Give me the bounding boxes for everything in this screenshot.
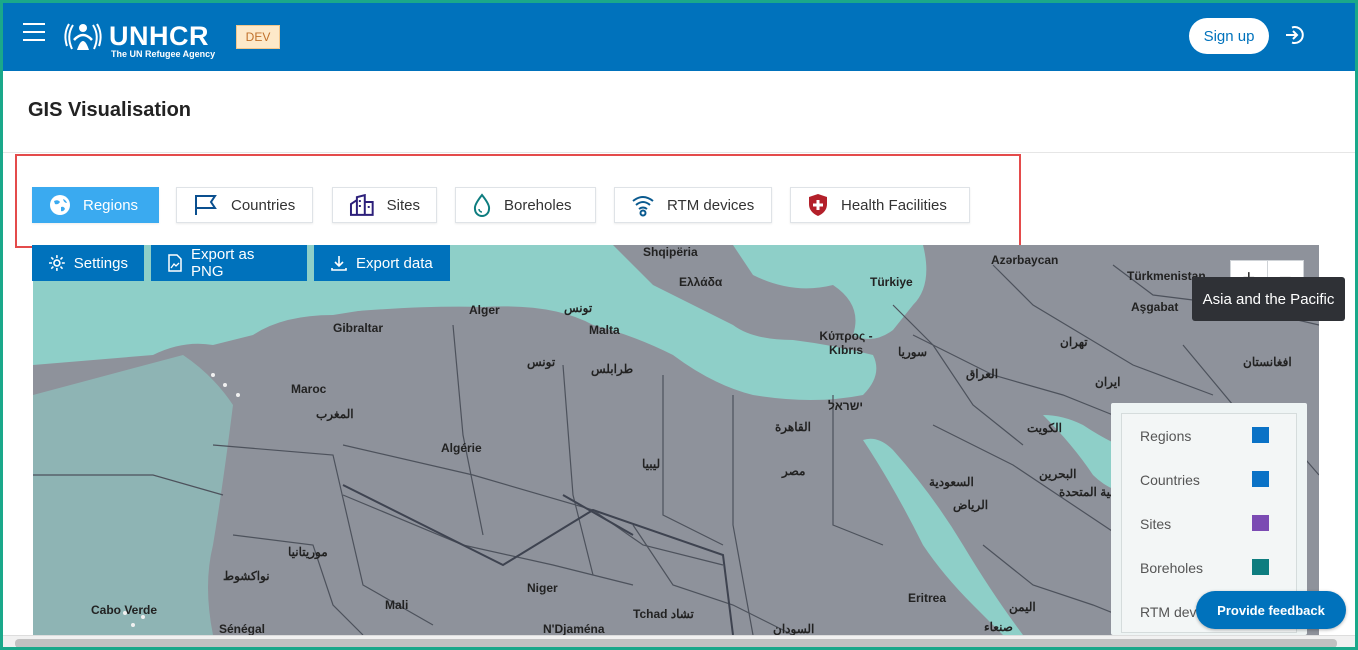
map-label: الكويت <box>1027 421 1062 435</box>
scrollbar-thumb[interactable] <box>15 639 1337 647</box>
export-png-label: Export as PNG <box>191 246 255 280</box>
app-window: UNHCR The UN Refugee Agency DEV Sign up … <box>0 0 1358 650</box>
map-label: العراق <box>966 367 999 381</box>
legend-label: Boreholes <box>1140 560 1204 576</box>
map-label: Mali <box>385 598 409 612</box>
legend-label: Sites <box>1140 516 1172 532</box>
globe-icon <box>50 195 70 215</box>
map-label: السودان <box>773 622 815 635</box>
map-label: المغرب <box>316 407 354 421</box>
logo-subtitle: The UN Refugee Agency <box>111 49 216 59</box>
map-label: Maroc <box>291 382 327 396</box>
legend-label: Countries <box>1140 472 1200 488</box>
layer-label: RTM devices <box>667 196 755 214</box>
gear-icon <box>48 255 65 271</box>
map-label: تونس <box>564 301 593 315</box>
map-label: موريتانيا <box>288 545 328 559</box>
legend-item: Countries <box>1122 458 1296 502</box>
page-header: GIS Visualisation <box>3 71 1355 153</box>
map-label: Niger <box>527 581 558 595</box>
map-label: Gibraltar <box>333 321 384 335</box>
layer-label: Sites <box>386 196 420 214</box>
map-label: نواكشوط <box>223 569 270 583</box>
legend-item: Boreholes <box>1122 546 1296 590</box>
layer-button-rtm-devices[interactable]: RTM devices <box>614 187 772 223</box>
map-label: Ελλάδα <box>679 275 723 289</box>
layer-label: Boreholes <box>504 196 572 214</box>
settings-button[interactable]: Settings <box>32 245 144 281</box>
legend-swatch <box>1252 559 1269 575</box>
layer-label: Countries <box>231 196 296 214</box>
drop-icon <box>473 193 491 217</box>
map-label: طرابلس <box>591 362 634 376</box>
map-label: ایران <box>1095 375 1121 389</box>
map-label: السعودية <box>929 475 974 489</box>
region-tooltip: Asia and the Pacific <box>1192 277 1345 321</box>
map-label: Türkiye <box>870 275 913 289</box>
health-shield-icon <box>809 194 827 216</box>
legend-swatch <box>1252 471 1269 487</box>
legend-swatch <box>1252 427 1269 443</box>
logo-text-block: UNHCR <box>109 20 209 51</box>
map-label: N'Djaména <box>543 622 605 635</box>
sign-up-button[interactable]: Sign up <box>1189 18 1269 54</box>
layer-button-countries[interactable]: Countries <box>176 187 313 223</box>
download-icon <box>331 256 347 271</box>
wifi-signal-icon <box>632 196 654 217</box>
map-label: ישראל <box>828 399 864 413</box>
map-label: ليبيا <box>642 457 661 471</box>
layer-button-sites[interactable]: Sites <box>332 187 437 223</box>
login-icon[interactable] <box>1283 23 1307 47</box>
layer-button-boreholes[interactable]: Boreholes <box>455 187 596 223</box>
layer-button-health-facilities[interactable]: Health Facilities <box>790 187 970 223</box>
flag-icon <box>195 195 217 215</box>
map-label: تهران <box>1060 335 1088 349</box>
map-label: Sénégal <box>219 622 266 635</box>
map-label: Alger <box>469 303 500 317</box>
file-image-icon <box>168 254 182 272</box>
map-label: تونس <box>527 355 556 369</box>
map-label: Malta <box>589 323 620 337</box>
building-icon <box>349 194 374 216</box>
map-label: Κύπρος - Kıbrıs <box>819 329 873 357</box>
settings-label: Settings <box>73 254 128 272</box>
top-navigation-bar: UNHCR The UN Refugee Agency DEV Sign up <box>3 3 1355 71</box>
map-label: Shqipëria <box>643 245 698 259</box>
environment-badge: DEV <box>236 25 280 49</box>
map-label: البحرين <box>1039 467 1077 481</box>
export-data-button[interactable]: Export data <box>314 245 450 281</box>
map-label: مصر <box>782 464 806 478</box>
layer-button-regions[interactable]: Regions <box>32 187 159 223</box>
map-label: Algérie <box>441 441 482 455</box>
legend-label: Regions <box>1140 428 1192 444</box>
legend-item: Regions <box>1122 414 1296 458</box>
page-title: GIS Visualisation <box>28 99 192 121</box>
hamburger-menu-icon[interactable] <box>23 23 45 41</box>
map-label: افغانستان <box>1243 355 1292 369</box>
legend-item: Sites <box>1122 502 1296 546</box>
map-label: Tchad تشاد <box>633 607 694 621</box>
export-data-label: Export data <box>356 254 433 272</box>
map-label: اليمن <box>1009 600 1036 614</box>
legend-swatch <box>1252 515 1269 531</box>
map-label: Aşgabat <box>1131 300 1179 314</box>
horizontal-scrollbar[interactable] <box>3 635 1355 647</box>
layer-label: Health Facilities <box>841 196 947 214</box>
logo-title: UNHCR <box>109 20 209 51</box>
provide-feedback-button[interactable]: Provide feedback <box>1196 591 1346 629</box>
map-label: القاهرة <box>775 420 811 434</box>
map-label: سوريا <box>898 345 928 359</box>
map-label: صنعاء <box>984 620 1013 634</box>
layer-label: Regions <box>83 196 139 214</box>
export-png-button[interactable]: Export as PNG <box>151 245 307 281</box>
map-label: Cabo Verde <box>91 603 158 617</box>
map-label: Eritrea <box>908 591 947 605</box>
map-label: Azərbaycan <box>991 253 1059 267</box>
unhcr-emblem-icon <box>64 23 102 50</box>
map-label: الرياض <box>953 498 989 512</box>
